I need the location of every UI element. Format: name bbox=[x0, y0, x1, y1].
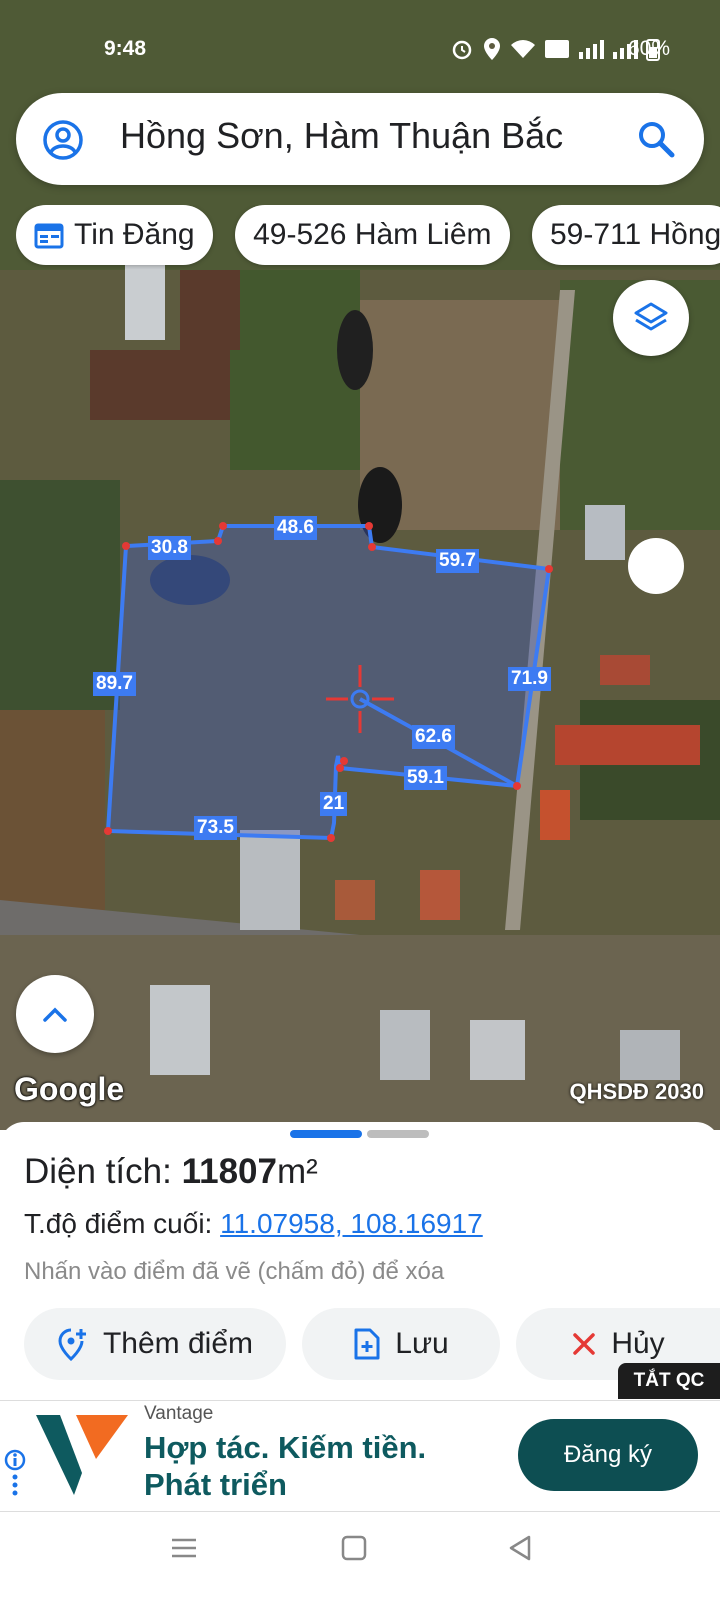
edge-length-label: 73.5 bbox=[194, 816, 237, 840]
save-label: Lưu bbox=[395, 1327, 449, 1360]
delete-hint: Nhấn vào điểm đã vẽ (chấm đỏ) để xóa bbox=[24, 1258, 445, 1285]
chip-hong[interactable]: 59-711 Hồng bbox=[531, 205, 720, 265]
signal-icon bbox=[579, 40, 604, 59]
add-point-label: Thêm điểm bbox=[102, 1327, 254, 1360]
alarm-icon bbox=[452, 40, 472, 60]
vantage-logo bbox=[36, 1415, 128, 1495]
cancel-label: Hủy bbox=[611, 1327, 665, 1360]
layers-button[interactable] bbox=[613, 280, 689, 356]
area-unit: m² bbox=[277, 1152, 318, 1191]
file-add-icon bbox=[354, 1328, 380, 1360]
ad-info-icon[interactable] bbox=[4, 1449, 26, 1499]
chip-row: Tin Đăng 49-526 Hàm Liêm 59-711 Hồng bbox=[16, 205, 720, 269]
area-readout: Diện tích: 11807m² bbox=[24, 1152, 318, 1192]
expand-up-button[interactable] bbox=[16, 975, 94, 1053]
home-icon[interactable] bbox=[340, 1534, 368, 1562]
layers-icon bbox=[634, 302, 668, 331]
ad-headline-line1: Hợp tác. Kiếm tiền. bbox=[144, 1430, 427, 1465]
edge-length-label: 21 bbox=[320, 792, 348, 816]
google-logo: Google bbox=[14, 1071, 125, 1107]
search-icon[interactable] bbox=[636, 119, 676, 159]
ad-close-tag[interactable]: TẮT QC bbox=[618, 1363, 720, 1399]
chip-label: 49-526 Hàm Liêm bbox=[253, 218, 492, 251]
add-location-icon bbox=[58, 1328, 86, 1361]
location-icon bbox=[484, 38, 500, 60]
endpoint-label: T.độ điểm cuối: bbox=[24, 1208, 213, 1239]
edge-length-label: 48.6 bbox=[274, 516, 317, 540]
battery-level: 60% bbox=[627, 37, 670, 60]
status-bar: 9:48 60% bbox=[0, 34, 720, 64]
ad-brand: Vantage bbox=[144, 1403, 214, 1424]
area-label: Diện tích: bbox=[24, 1152, 172, 1191]
chevron-up-icon bbox=[43, 1007, 67, 1022]
add-point-button[interactable]: Thêm điểm bbox=[24, 1308, 286, 1380]
chip-tin-dang[interactable]: Tin Đăng bbox=[16, 205, 213, 265]
ad-signup-button[interactable]: Đăng ký bbox=[518, 1419, 698, 1491]
edge-length-label: 30.8 bbox=[148, 536, 191, 560]
close-icon bbox=[573, 1333, 596, 1355]
account-icon[interactable] bbox=[42, 119, 84, 161]
ad-headline: Hợp tác. Kiếm tiền. Phát triển bbox=[144, 1429, 426, 1503]
endpoint-coords-link[interactable]: 11.07958, 108.16917 bbox=[220, 1208, 483, 1239]
edge-length-label: 89.7 bbox=[93, 672, 136, 696]
wifi-icon bbox=[511, 40, 535, 58]
compass-button[interactable] bbox=[628, 538, 684, 594]
status-time: 9:48 bbox=[104, 37, 147, 60]
recents-icon[interactable] bbox=[170, 1534, 198, 1562]
sheet-handle[interactable] bbox=[367, 1130, 429, 1138]
ad-headline-line2: Phát triển bbox=[144, 1467, 287, 1502]
endpoint-readout: T.độ điểm cuối: 11.07958, 108.16917 bbox=[24, 1208, 483, 1240]
search-query[interactable]: Hồng Sơn, Hàm Thuận Bắc bbox=[120, 115, 563, 157]
calendar-icon bbox=[34, 223, 64, 249]
save-button[interactable]: Lưu bbox=[302, 1308, 500, 1380]
edge-length-label: 62.6 bbox=[412, 725, 455, 749]
edge-length-label: 59.7 bbox=[436, 549, 479, 573]
search-bar[interactable]: Hồng Sơn, Hàm Thuận Bắc bbox=[16, 93, 704, 185]
volte-icon bbox=[545, 40, 569, 58]
ad-banner[interactable]: Vantage Hợp tác. Kiếm tiền. Phát triển Đ… bbox=[0, 1400, 720, 1512]
edge-length-label: 71.9 bbox=[508, 667, 551, 691]
map-layer-label: QHSDĐ 2030 bbox=[569, 1079, 704, 1104]
chip-label: Tin Đăng bbox=[74, 218, 195, 251]
bottom-sheet: Diện tích: 11807m² T.độ điểm cuối: 11.07… bbox=[0, 1122, 720, 1412]
system-nav-bar bbox=[0, 1512, 720, 1600]
edge-length-label: 59.1 bbox=[404, 766, 447, 790]
chip-ham-liem[interactable]: 49-526 Hàm Liêm bbox=[235, 205, 510, 265]
chip-label: 59-711 Hồng bbox=[549, 218, 720, 251]
back-icon[interactable] bbox=[506, 1534, 534, 1562]
area-value: 11807 bbox=[181, 1152, 277, 1191]
sheet-handle-active[interactable] bbox=[290, 1130, 362, 1138]
satellite-map[interactable]: 30.8 48.6 59.7 71.9 62.6 59.1 21 73.5 89.7 9:48 … bbox=[0, 0, 720, 1130]
